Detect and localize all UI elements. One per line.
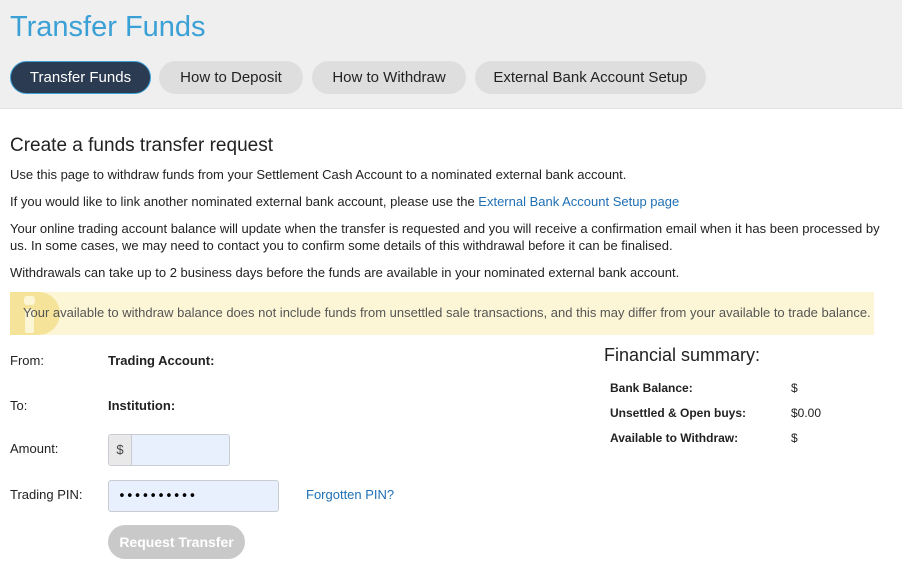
tab-how-to-deposit[interactable]: How to Deposit: [159, 61, 303, 94]
tab-how-to-withdraw[interactable]: How to Withdraw: [312, 61, 466, 94]
page-title: Transfer Funds: [10, 11, 206, 43]
unsettled-open-buys-value: $0.00: [791, 406, 822, 420]
intro-text: Use this page to withdraw funds from you…: [10, 167, 627, 182]
available-to-withdraw-value: $: [791, 431, 798, 445]
amount-field: $: [108, 434, 230, 466]
currency-prefix: $: [109, 435, 132, 465]
bank-balance-label: Bank Balance:: [610, 381, 693, 395]
link-paragraph: If you would like to link another nomina…: [10, 193, 880, 210]
balance-note-text: Your online trading account balance will…: [10, 221, 880, 253]
link-prefix-text: If you would like to link another nomina…: [10, 194, 479, 209]
unsettled-open-buys-label: Unsettled & Open buys:: [610, 406, 747, 420]
timing-note-text: Withdrawals can take up to 2 business da…: [10, 265, 680, 280]
amount-input[interactable]: [132, 435, 229, 465]
tab-transfer-funds[interactable]: Transfer Funds: [10, 61, 151, 94]
from-label: From:: [10, 353, 44, 368]
forgotten-pin-link[interactable]: Forgotten PIN?: [306, 487, 394, 502]
page-header: Transfer Funds Transfer Funds How to Dep…: [0, 0, 902, 109]
from-value: Trading Account:: [108, 353, 215, 368]
to-label: To:: [10, 398, 28, 413]
trading-pin-input[interactable]: [108, 480, 279, 512]
tab-external-bank-account-setup[interactable]: External Bank Account Setup: [475, 61, 706, 94]
section-title: Create a funds transfer request: [10, 135, 273, 156]
available-to-withdraw-label: Available to Withdraw:: [610, 431, 739, 445]
trading-pin-label: Trading PIN:: [10, 487, 83, 502]
external-bank-setup-link[interactable]: External Bank Account Setup page: [478, 194, 679, 209]
financial-summary-title: Financial summary:: [604, 345, 761, 365]
bank-balance-value: $: [791, 381, 798, 395]
request-transfer-button[interactable]: Request Transfer: [108, 525, 245, 559]
to-value: Institution:: [108, 398, 176, 413]
info-notice: Your available to withdraw balance does …: [10, 292, 874, 335]
amount-label: Amount:: [10, 441, 59, 456]
notice-text: Your available to withdraw balance does …: [23, 305, 871, 320]
